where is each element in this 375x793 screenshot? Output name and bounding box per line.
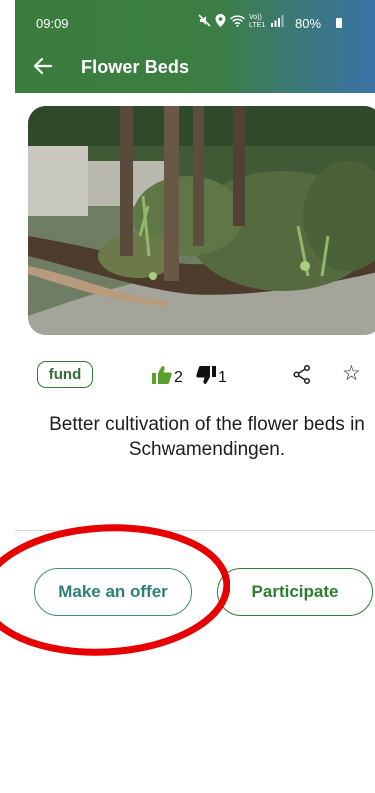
share-icon[interactable]	[293, 364, 311, 389]
battery-icon	[336, 18, 342, 28]
project-photo	[28, 106, 375, 335]
status-icons: Vo)) LTE1	[198, 14, 284, 30]
downvote[interactable]: 1	[196, 366, 227, 389]
back-arrow-icon[interactable]	[32, 55, 54, 77]
downvote-count: 1	[218, 368, 227, 386]
mute-icon	[198, 14, 211, 30]
wifi-icon	[229, 14, 246, 30]
screen: 09:09 Vo)) LTE1 80% Flower Beds fund 2 1…	[0, 0, 375, 793]
top-bar: 09:09 Vo)) LTE1 80% Flower Beds	[15, 0, 375, 93]
app-bar: Flower Beds	[15, 45, 375, 93]
divider	[15, 530, 375, 531]
battery-percent: 80%	[295, 16, 322, 31]
page-title: Flower Beds	[81, 57, 190, 77]
star-icon[interactable]: ☆	[342, 363, 361, 384]
upvote-count: 2	[174, 368, 183, 386]
status-time: 09:09	[36, 16, 69, 31]
location-icon	[215, 14, 226, 30]
upvote[interactable]: 2	[152, 366, 183, 389]
participate-button[interactable]: Participate	[217, 568, 373, 616]
signal-icon	[271, 14, 284, 30]
thumbs-up-icon	[152, 366, 174, 389]
make-offer-button[interactable]: Make an offer	[34, 568, 192, 616]
status-bar: 09:09 Vo)) LTE1 80%	[15, 0, 375, 45]
network-label: Vo)) LTE1	[249, 14, 266, 29]
category-tag[interactable]: fund	[37, 361, 93, 388]
thumbs-down-icon	[196, 366, 218, 389]
project-description: Better cultivation of the flower beds in…	[49, 414, 365, 460]
